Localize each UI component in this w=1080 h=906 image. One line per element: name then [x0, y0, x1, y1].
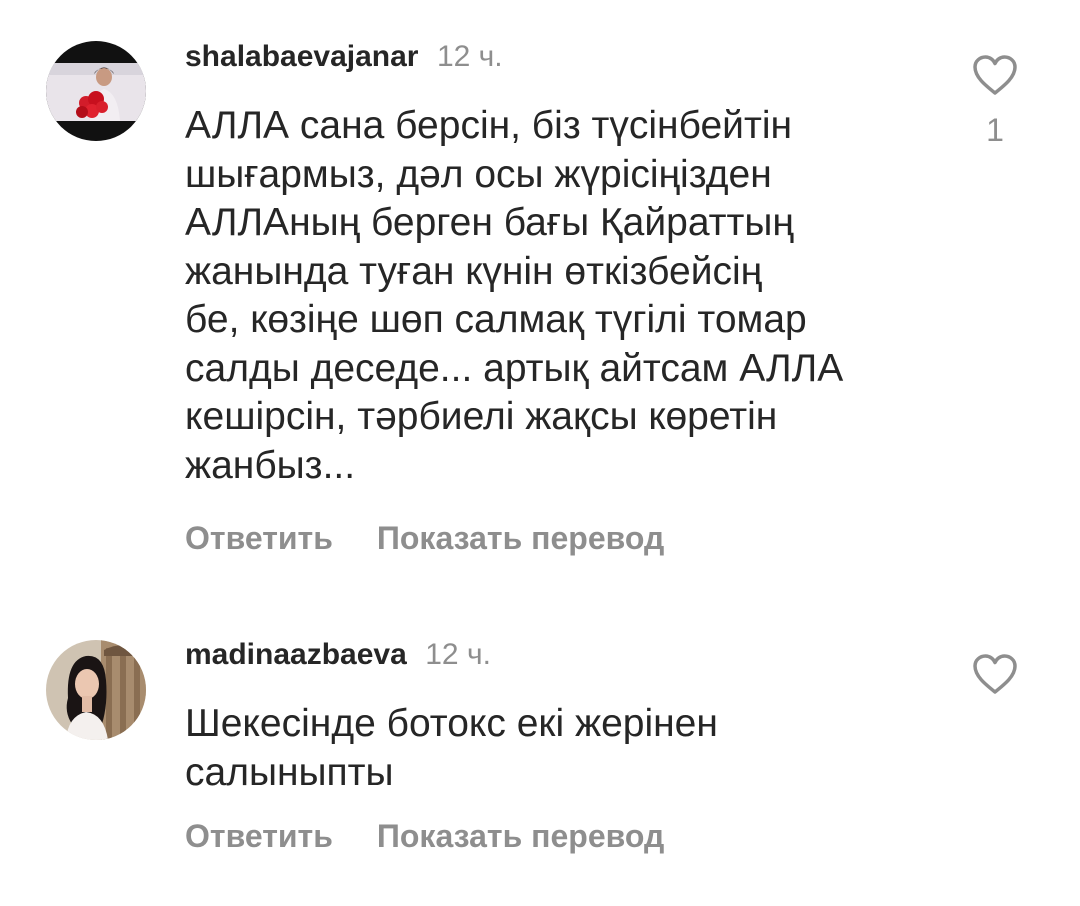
comment-item: madinaazbaeva 12 ч. Шекесінде ботокс екі… [0, 600, 1080, 906]
heart-outline-icon[interactable] [972, 54, 1018, 96]
timestamp: 12 ч. [425, 638, 491, 671]
comment-text: Шекесінде ботокс екі жерінен салыныпты [185, 702, 718, 794]
show-translation-button[interactable]: Показать перевод [377, 818, 664, 854]
show-translation-button[interactable]: Показать перевод [377, 520, 664, 556]
reply-button[interactable]: Ответить [185, 520, 333, 556]
avatar[interactable] [46, 640, 146, 740]
like-count: 1 [986, 112, 1004, 148]
comment-header: madinaazbaeva 12 ч. [185, 638, 491, 672]
username-link[interactable]: shalabaevajanar [185, 40, 418, 73]
comment-item: shalabaevajanar 12 ч. АЛЛА сана берсін, … [0, 0, 1080, 600]
comment-header: shalabaevajanar 12 ч. [185, 40, 503, 74]
comment-actions: Ответить Показать перевод [185, 520, 664, 557]
avatar[interactable] [46, 41, 146, 141]
comment-actions: Ответить Показать перевод [185, 818, 664, 855]
heart-outline-icon[interactable] [972, 653, 1018, 695]
username-link[interactable]: madinaazbaeva [185, 638, 407, 671]
reply-button[interactable]: Ответить [185, 818, 333, 854]
timestamp: 12 ч. [436, 40, 503, 73]
comment-text: АЛЛА сана берсін, біз түсінбейтін шығарм… [185, 104, 844, 487]
